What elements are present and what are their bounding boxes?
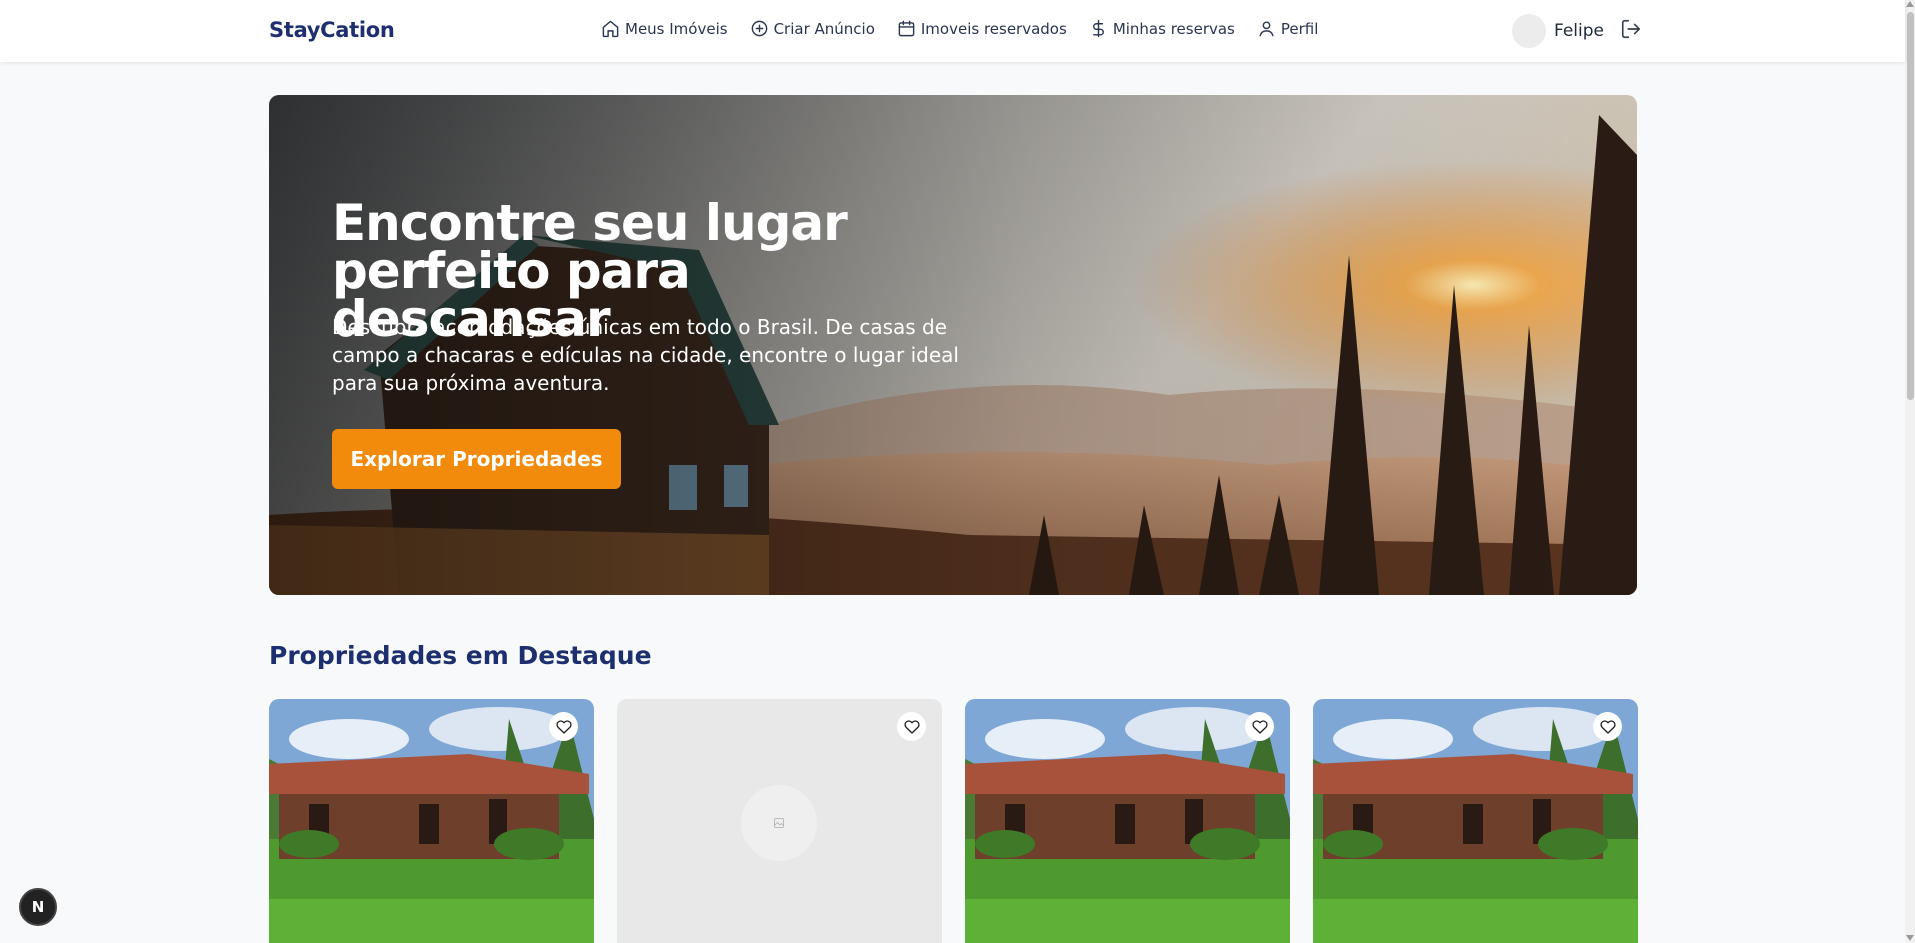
image-placeholder (741, 785, 817, 861)
nav-label: Meus Imóveis (625, 19, 728, 38)
favorite-button[interactable] (549, 712, 578, 741)
nav-label: Criar Anúncio (773, 19, 875, 38)
nav-criar-anuncio[interactable]: Criar Anúncio (750, 19, 875, 38)
scrollbar-thumb[interactable] (1907, 12, 1914, 400)
favorite-button[interactable] (1593, 712, 1622, 741)
heart-icon (1251, 719, 1268, 734)
nav-perfil[interactable]: Perfil (1257, 19, 1319, 38)
favorite-button[interactable] (1245, 712, 1274, 741)
hero-subtitle: Descubra acomodações únicas em todo o Br… (332, 315, 959, 395)
user-icon (1259, 21, 1274, 37)
explore-properties-button[interactable]: Explorar Propriedades (332, 429, 621, 489)
top-navbar: StayCation Meus Imóveis Criar Anúncio Im… (0, 0, 1905, 62)
dev-indicator-badge[interactable]: N (19, 888, 57, 926)
hero-banner: Encontre seu lugar perfeito para descans… (269, 95, 1637, 595)
nav-minhas-reservas[interactable]: Minhas reservas (1089, 19, 1235, 38)
property-card[interactable] (617, 699, 942, 943)
user-name[interactable]: Felipe (1554, 21, 1604, 41)
property-photo (965, 699, 1290, 943)
scroll-down-arrow-icon[interactable] (1906, 935, 1914, 941)
property-photo (1313, 699, 1638, 943)
main-nav: Meus Imóveis Criar Anúncio Imoveis reser… (601, 19, 1340, 38)
user-menu: Felipe (1512, 14, 1642, 48)
nav-label: Imoveis reservados (920, 19, 1067, 38)
image-icon (774, 818, 784, 828)
nav-imoveis-reservados[interactable]: Imoveis reservados (897, 19, 1067, 38)
heart-icon (555, 719, 572, 734)
avatar[interactable] (1512, 14, 1546, 48)
nav-label: Perfil (1280, 19, 1319, 38)
nav-label: Minhas reservas (1112, 19, 1235, 38)
nav-meus-imoveis[interactable]: Meus Imóveis (601, 19, 728, 38)
plus-circle-icon (751, 20, 767, 37)
heart-icon (903, 719, 920, 734)
property-card[interactable] (269, 699, 594, 943)
scroll-up-arrow-icon[interactable] (1906, 1, 1914, 7)
featured-section-title: Propriedades em Destaque (269, 641, 652, 670)
favorite-button[interactable] (897, 712, 926, 741)
logout-icon (1621, 19, 1641, 39)
home-icon (602, 20, 619, 38)
brand-logo[interactable]: StayCation (269, 18, 395, 42)
property-card[interactable] (965, 699, 1290, 943)
calendar-icon (898, 20, 915, 37)
property-card[interactable] (1313, 699, 1638, 943)
heart-icon (1599, 719, 1616, 734)
property-photo (269, 699, 594, 943)
dollar-icon (1092, 19, 1104, 38)
logout-button[interactable] (1620, 18, 1642, 44)
